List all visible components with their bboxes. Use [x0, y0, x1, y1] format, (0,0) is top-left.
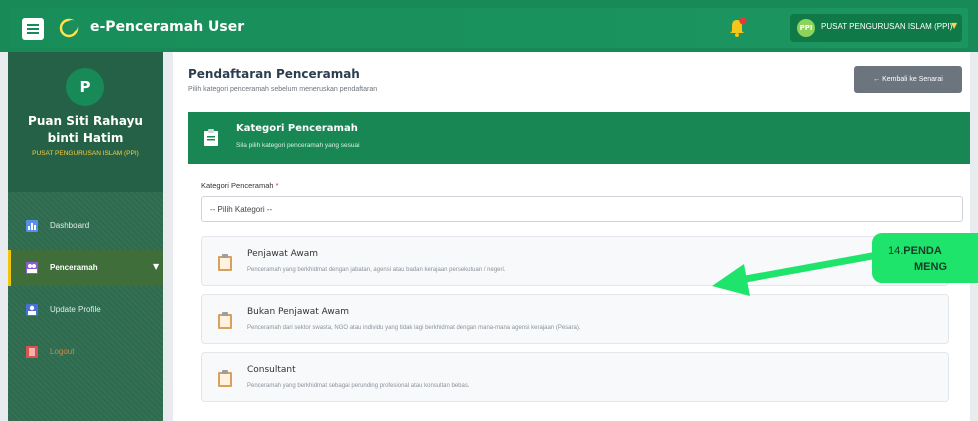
- sidebar-item-update-profile[interactable]: Update Profile: [8, 292, 163, 328]
- profile-name: Puan Siti Rahayu binti Hatim: [28, 114, 143, 145]
- annotation-callout: 14.PENDA MENG: [872, 233, 978, 283]
- back-to-list-button[interactable]: ← Kembali ke Senarai: [854, 66, 962, 93]
- top-navbar: e-Penceramah User PPI PUSAT PENGURUSAN I…: [0, 0, 978, 52]
- clipboard-icon: [218, 370, 232, 387]
- profile-org: PUSAT PENGURUSAN ISLAM (PPI): [32, 150, 139, 157]
- annotation-line2: MENG: [914, 261, 947, 273]
- profile-avatar: P: [66, 68, 104, 106]
- chart-icon: [26, 220, 38, 232]
- option-consultant[interactable]: Consultant Penceramah yang berkhidmat se…: [201, 352, 949, 402]
- user-menu-button[interactable]: PPI PUSAT PENGURUSAN ISLAM (PPI) ▼: [790, 14, 962, 42]
- main-content: Pendaftaran Penceramah Pilih kategori pe…: [173, 52, 970, 421]
- sidebar-item-label: Dashboard: [50, 221, 90, 230]
- user-org-label: PUSAT PENGURUSAN ISLAM (PPI): [821, 22, 953, 31]
- option-title: Bukan Penjawat Awam: [247, 307, 350, 317]
- field-label-text: Kategori Penceramah: [201, 181, 274, 190]
- annotation-number: 14.: [888, 245, 904, 257]
- sidebar-item-dashboard[interactable]: Dashboard: [8, 208, 163, 244]
- sidebar-item-penceramah[interactable]: Penceramah ▼: [8, 250, 163, 286]
- card-subtitle: Sila pilih kategori penceramah yang sesu…: [236, 142, 360, 149]
- page-subtitle: Pilih kategori penceramah sebelum meneru…: [188, 86, 378, 93]
- category-select-value: -- Pilih Kategori --: [210, 205, 273, 214]
- users-icon: [26, 262, 38, 274]
- logout-icon: [26, 346, 38, 358]
- menu-toggle-icon[interactable]: [22, 18, 44, 40]
- user-edit-icon: [26, 304, 38, 316]
- clipboard-icon: [204, 129, 218, 146]
- required-mark: *: [275, 181, 279, 190]
- category-card-header: Kategori Penceramah Sila pilih kategori …: [188, 112, 970, 164]
- sidebar-item-label: Logout: [50, 347, 75, 356]
- annotation-text: 14.PENDA MENG: [888, 243, 947, 275]
- option-description: Penceramah yang berkhidmat dengan jabata…: [247, 267, 506, 273]
- option-description: Penceramah dari sektor swasta, NGO atau …: [247, 325, 581, 331]
- notification-bell-icon[interactable]: [726, 17, 748, 39]
- sidebar-item-logout[interactable]: Logout: [8, 334, 163, 370]
- option-bukan-penjawat-awam[interactable]: Bukan Penjawat Awam Penceramah dari sekt…: [201, 294, 949, 344]
- chevron-down-icon: ▼: [951, 21, 958, 30]
- app-title: e-Penceramah User: [90, 19, 245, 35]
- sidebar-item-label: Update Profile: [50, 305, 101, 314]
- sidebar-profile: P Puan Siti Rahayu binti Hatim PUSAT PEN…: [8, 52, 163, 192]
- user-avatar: PPI: [797, 19, 815, 37]
- chevron-down-icon: ▼: [153, 262, 160, 271]
- option-description: Penceramah yang berkhidmat sebagai perun…: [247, 383, 470, 389]
- app-logo-icon: [59, 18, 79, 38]
- annotation-line1: PENDA: [903, 245, 942, 257]
- category-select[interactable]: -- Pilih Kategori --: [201, 196, 963, 222]
- sidebar: P Puan Siti Rahayu binti Hatim PUSAT PEN…: [8, 52, 163, 421]
- clipboard-icon: [218, 254, 232, 271]
- top-navbar-inner: e-Penceramah User PPI PUSAT PENGURUSAN I…: [10, 8, 968, 48]
- option-title: Consultant: [247, 365, 296, 375]
- sidebar-item-label: Penceramah: [50, 263, 98, 272]
- category-field-label: Kategori Penceramah *: [201, 181, 279, 190]
- option-title: Penjawat Awam: [247, 249, 319, 259]
- option-penjawat-awam[interactable]: Penjawat Awam Penceramah yang berkhidmat…: [201, 236, 949, 286]
- clipboard-icon: [218, 312, 232, 329]
- page-title: Pendaftaran Penceramah: [188, 67, 360, 81]
- card-title: Kategori Penceramah: [236, 123, 358, 134]
